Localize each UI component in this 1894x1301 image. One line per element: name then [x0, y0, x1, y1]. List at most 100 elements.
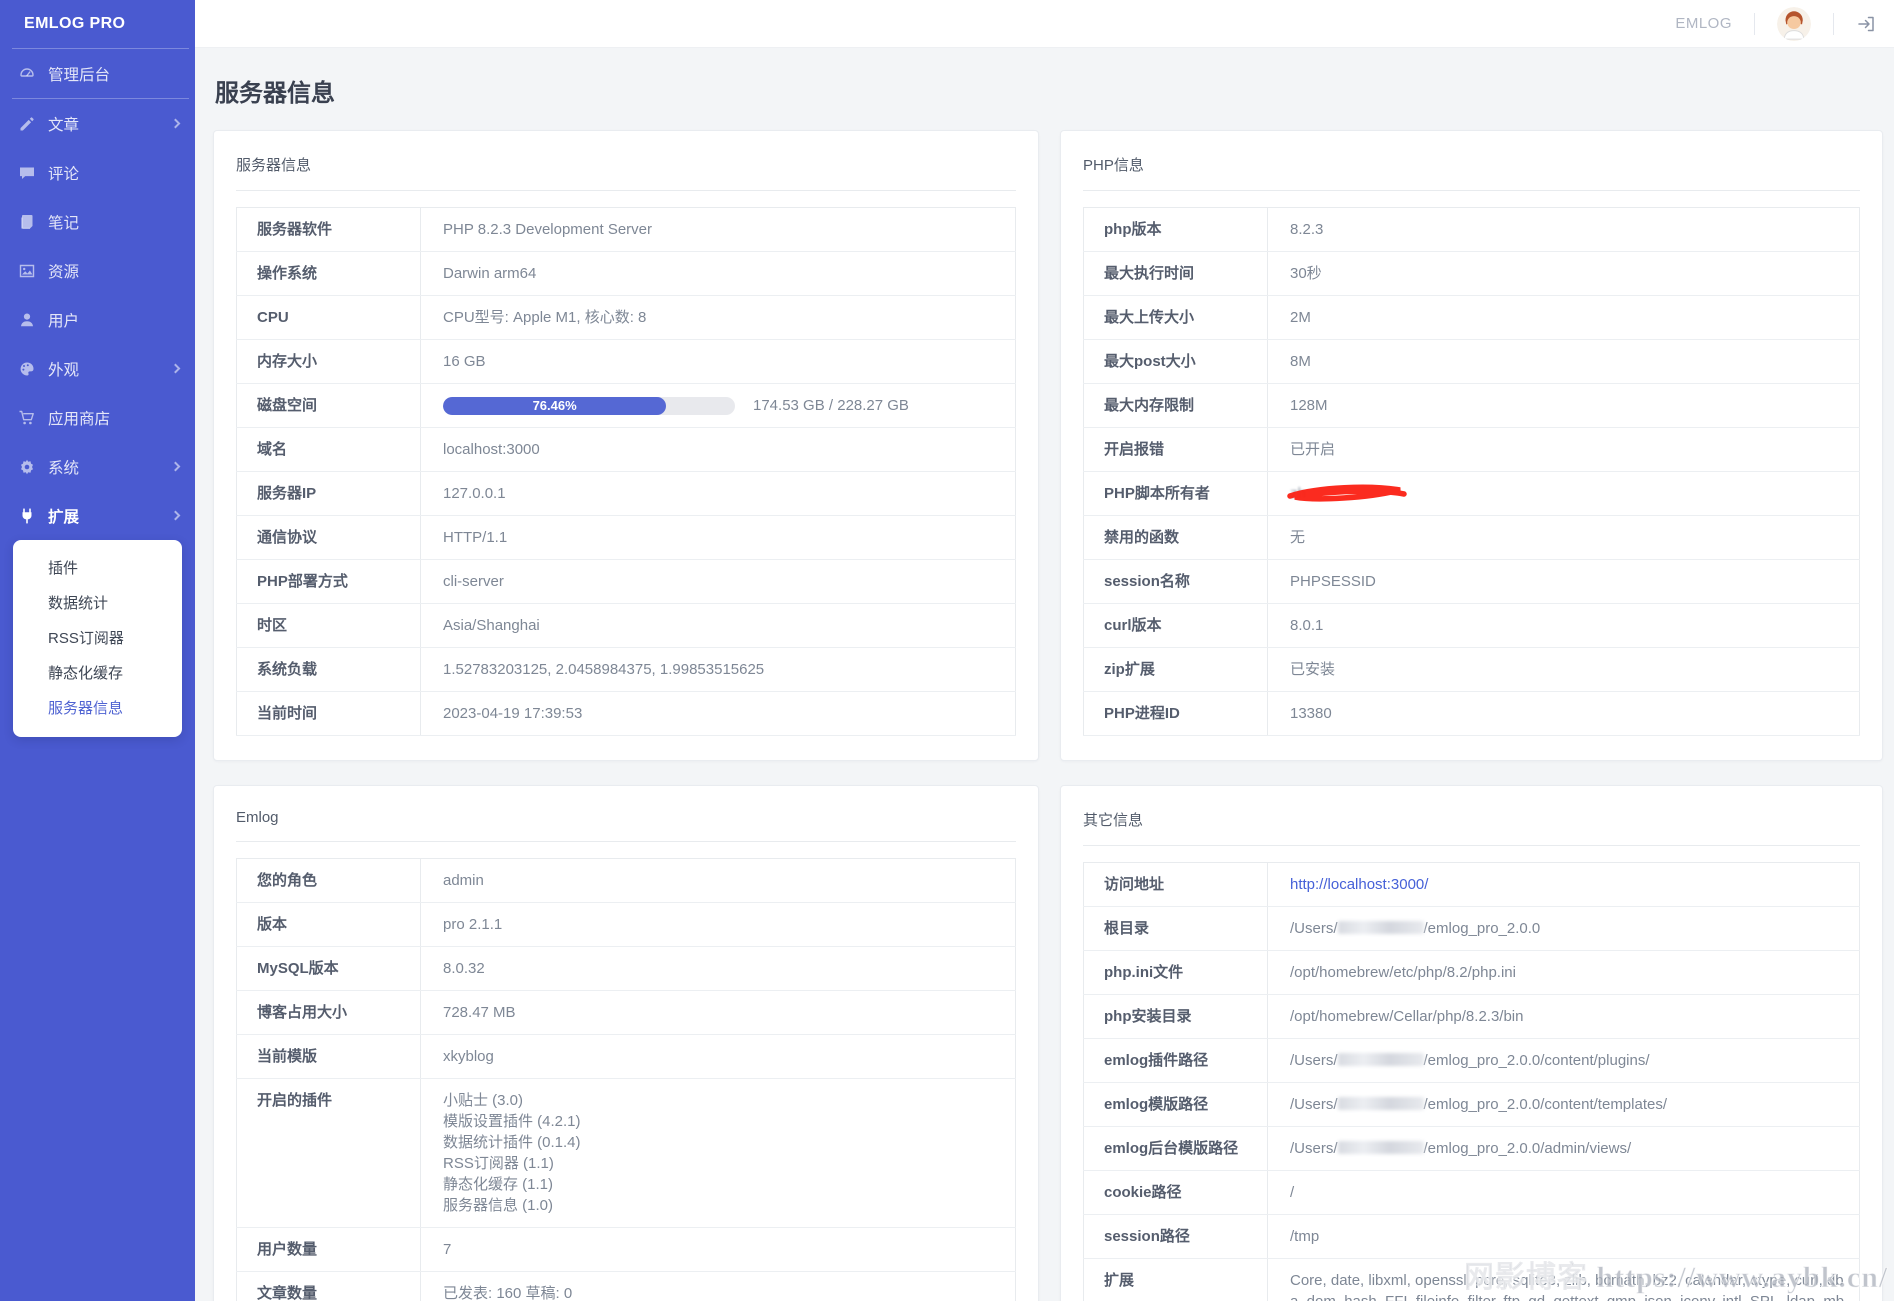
chevron-right-icon — [170, 118, 181, 129]
progress-bar: 76.46% — [443, 396, 735, 415]
row-label: 访问地址 — [1083, 862, 1268, 907]
row-label: 版本 — [236, 902, 421, 947]
redaction-scribble-icon — [1287, 484, 1407, 502]
table-row: 您的角色 admin — [236, 858, 1016, 903]
table-row: curl版本 8.0.1 — [1083, 603, 1860, 648]
row-value: /opt/homebrew/etc/php/8.2/php.ini — [1267, 950, 1860, 995]
row-label: 文章数量 — [236, 1271, 421, 1301]
row-value: localhost:3000 — [420, 427, 1016, 472]
row-label: curl版本 — [1083, 603, 1268, 648]
row-value: 无 — [1267, 515, 1860, 560]
submenu-item-rss[interactable]: RSS订阅器 — [13, 621, 182, 656]
sidebar-item-extensions[interactable]: 扩展 — [0, 491, 195, 540]
path-prefix: /Users/ — [1290, 920, 1338, 937]
row-value: PHPSESSID — [1267, 559, 1860, 604]
note-icon — [18, 213, 36, 231]
row-label: php.ini文件 — [1083, 950, 1268, 995]
row-value: 已开启 — [1267, 427, 1860, 472]
table-row: 最大内存限制 128M — [1083, 383, 1860, 428]
sidebar-item-system[interactable]: 系统 — [0, 442, 195, 491]
palette-icon — [18, 360, 36, 378]
submenu-item-stats[interactable]: 数据统计 — [13, 586, 182, 621]
sidebar-item-dashboard[interactable]: 管理后台 — [0, 49, 195, 98]
row-value: http://localhost:3000/ — [1267, 862, 1860, 907]
card-other-info: 其它信息访问地址 http://localhost:3000/根目录/Users/… — [1060, 785, 1883, 1301]
row-label: PHP脚本所有者 — [1083, 471, 1268, 516]
row-value: /Users/ /emlog_pro_2.0.0/content/template… — [1267, 1082, 1860, 1127]
row-label: cookie路径 — [1083, 1170, 1268, 1215]
sidebar-item-store[interactable]: 应用商店 — [0, 393, 195, 442]
sidebar-item-comments[interactable]: 评论 — [0, 148, 195, 197]
row-value: xkyblog — [420, 1034, 1016, 1079]
table-row: CPU CPU型号: Apple M1, 核心数: 8 — [236, 295, 1016, 340]
plugin-list: 小贴士 (3.0) 模版设置插件 (4.2.1) 数据统计插件 (0.1.4) RSS… — [443, 1090, 1003, 1216]
sidebar-item-label: 管理后台 — [48, 66, 111, 84]
path-prefix: /Users/ — [1290, 1096, 1338, 1113]
blurred-text — [1337, 921, 1424, 934]
table-row: 服务器IP 127.0.0.1 — [236, 471, 1016, 516]
row-label: 磁盘空间 — [236, 383, 421, 428]
sidebar-item-appearance[interactable]: 外观 — [0, 344, 195, 393]
site-home-link[interactable]: EMLOG — [1675, 15, 1732, 32]
table-row: 开启报错 已开启 — [1083, 427, 1860, 472]
sidebar-item-posts[interactable]: 文章 — [0, 99, 195, 148]
dashboard-icon — [18, 65, 36, 83]
sidebar-item-notes[interactable]: 笔记 — [0, 197, 195, 246]
avatar-illustration — [1777, 6, 1811, 41]
table-row: 开启的插件 小贴士 (3.0) 模版设置插件 (4.2.1) 数据统计插件 (0.1.… — [236, 1078, 1016, 1228]
row-label: PHP部署方式 — [236, 559, 421, 604]
logout-icon[interactable] — [1856, 14, 1876, 34]
card-title: 服务器信息 — [236, 148, 1016, 191]
submenu-item-plugins[interactable]: 插件 — [13, 551, 182, 586]
table-row: emlog后台模版路径/Users/ /emlog_pro_2.0.0/admin… — [1083, 1126, 1860, 1171]
table-row: cookie路径 / — [1083, 1170, 1860, 1215]
table-row: 当前模版 xkyblog — [236, 1034, 1016, 1079]
progress-fill: 76.46% — [443, 396, 667, 415]
info-table: php版本 8.2.3 最大执行时间 30秒 最大上传大小 2M 最大post大小 8M 最大内… — [1083, 207, 1860, 736]
pencil-icon — [18, 115, 36, 133]
row-label: 扩展 — [1083, 1258, 1268, 1301]
info-table: 您的角色 admin 版本 pro 2.1.1 MySQL版本 8.0.32 博客占用大小 7… — [236, 858, 1016, 1301]
sidebar-nav: 管理后台文章 评论 笔记 资源用户外观 应用商店 系统 扩展插件 数据统计 RSS订阅器 静态化缓… — [0, 49, 195, 737]
row-value: Core, date, libxml, openssl, pcre, sqlit… — [1267, 1258, 1860, 1301]
image-icon — [18, 262, 36, 280]
row-value: Darwin arm64 — [420, 251, 1016, 296]
table-row: 内存大小 16 GB — [236, 339, 1016, 384]
table-row: 访问地址 http://localhost:3000/ — [1083, 862, 1860, 907]
main-content: 服务器信息 服务器信息 服务器软件 PHP 8.2.3 Development Se… — [195, 48, 1894, 1301]
table-row: 系统负载 1.52783203125, 2.0458984375, 1.99853… — [236, 647, 1016, 692]
blurred-text — [1337, 1053, 1424, 1066]
row-value: 已安装 — [1267, 647, 1860, 692]
table-row: PHP部署方式 cli-server — [236, 559, 1016, 604]
row-value: 小贴士 (3.0) 模版设置插件 (4.2.1) 数据统计插件 (0.1.4) RSS… — [420, 1078, 1016, 1228]
row-label: 博客占用大小 — [236, 990, 421, 1035]
submenu-item-server-info[interactable]: 服务器信息 — [13, 691, 182, 726]
row-label: 开启的插件 — [236, 1078, 421, 1228]
table-row: session名称 PHPSESSID — [1083, 559, 1860, 604]
card-title: 其它信息 — [1083, 803, 1860, 846]
row-value: 8M — [1267, 339, 1860, 384]
divider — [1833, 12, 1834, 35]
card-php-info: PHP信息 php版本 8.2.3 最大执行时间 30秒 最大上传大小 2M 最大post大小… — [1060, 130, 1883, 761]
topbar: EMLOG — [195, 0, 1894, 48]
row-value: 已发表: 160 草稿: 0 — [420, 1271, 1016, 1301]
path-suffix: /emlog_pro_2.0.0/admin/views/ — [1423, 1140, 1632, 1157]
table-row: 文章数量 已发表: 160 草稿: 0 — [236, 1271, 1016, 1301]
row-value: 728.47 MB — [420, 990, 1016, 1035]
row-label: 系统负载 — [236, 647, 421, 692]
table-row: 最大执行时间 30秒 — [1083, 251, 1860, 296]
sidebar-item-label: 用户 — [48, 312, 80, 330]
user-avatar[interactable] — [1777, 6, 1811, 41]
plug-icon — [18, 507, 36, 525]
sidebar-item-users[interactable]: 用户 — [0, 295, 195, 344]
path-suffix: /emlog_pro_2.0.0/content/templates/ — [1423, 1096, 1668, 1113]
submenu-item-static-cache[interactable]: 静态化缓存 — [13, 656, 182, 691]
progress-detail: 174.53 GB / 228.27 GB — [753, 397, 909, 414]
sidebar-item-resources[interactable]: 资源 — [0, 246, 195, 295]
value-link[interactable]: http://localhost:3000/ — [1290, 876, 1428, 893]
table-row: zip扩展 已安装 — [1083, 647, 1860, 692]
card-title: PHP信息 — [1083, 148, 1860, 191]
row-label: 根目录 — [1083, 906, 1268, 951]
row-value: 13380 — [1267, 691, 1860, 736]
path-suffix: /emlog_pro_2.0.0 — [1423, 920, 1541, 937]
